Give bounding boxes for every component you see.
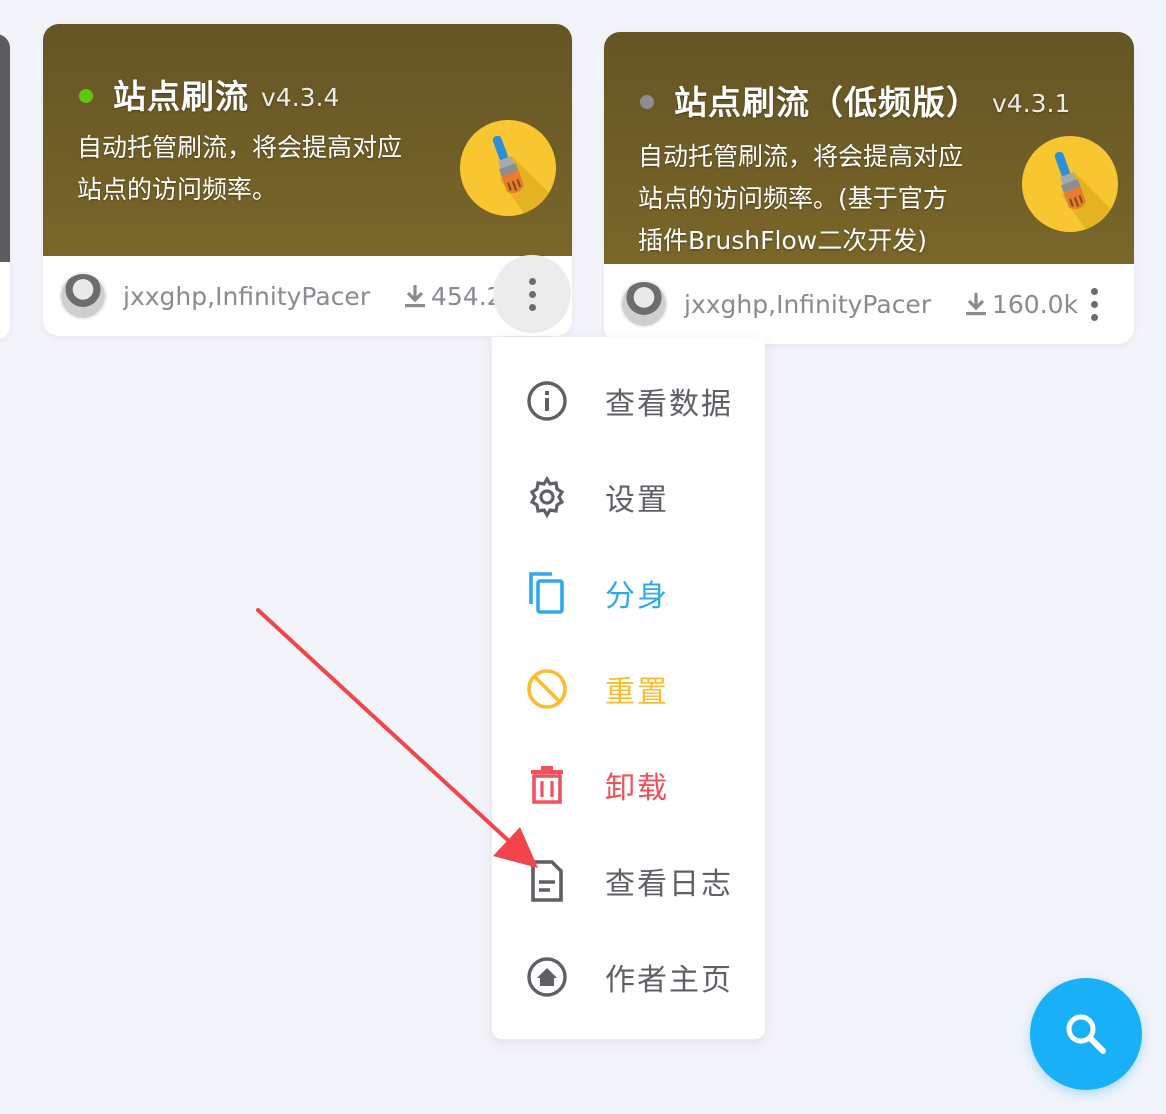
search-icon	[1066, 1014, 1106, 1054]
plugin-name: 站点刷流	[113, 77, 249, 116]
plugin-card-brushflow-lowfreq[interactable]: 站点刷流（低频版） v4.3.1 自动托管刷流，将会提高对应 站点的访问频率。(…	[604, 32, 1134, 344]
menu-item-label: 查看数据	[605, 387, 733, 422]
menu-item-label: 分身	[605, 579, 669, 614]
plugin-card-partial-header	[0, 34, 10, 262]
more-options-button[interactable]	[493, 255, 571, 333]
paintbrush-icon	[1022, 136, 1118, 232]
plugin-description-line: 站点的访问频率。(基于官方	[638, 184, 948, 213]
info-icon	[525, 379, 569, 423]
plugin-card-footer: jxxghp,InfinityPacer 454.2k	[43, 255, 572, 336]
menu-item-uninstall[interactable]: 卸载	[492, 737, 765, 833]
plugin-description-line: 自动托管刷流，将会提高对应	[638, 142, 964, 171]
copy-icon	[525, 571, 569, 615]
menu-item-clone[interactable]: 分身	[492, 545, 765, 641]
menu-item-label: 设置	[605, 483, 669, 518]
menu-item-author-homepage[interactable]: 作者主页	[492, 929, 765, 1025]
plugin-name: 站点刷流（低频版）	[674, 83, 980, 122]
author-name[interactable]: jxxghp,InfinityPacer	[684, 290, 942, 319]
plugin-card-footer: jxxghp,InfinityPacer 160.0k	[604, 264, 1134, 344]
plugin-market-page: 站点刷流 v4.3.4 自动托管刷流，将会提高对应 站点的访问频率。 jxxgh…	[0, 0, 1166, 1114]
menu-item-label: 查看日志	[605, 867, 733, 902]
home-icon	[525, 955, 569, 999]
author-avatar	[620, 280, 668, 328]
menu-item-view-data[interactable]: 查看数据	[492, 353, 765, 449]
menu-item-label: 作者主页	[605, 963, 733, 998]
plugin-card-header: 站点刷流（低频版） v4.3.1 自动托管刷流，将会提高对应 站点的访问频率。(…	[604, 32, 1134, 264]
plugin-action-menu: 查看数据 设置 分身 重置 卸载 查看日志 作者主页	[492, 337, 765, 1039]
more-options-button[interactable]	[1055, 265, 1133, 343]
plugin-description-line: 插件BrushFlow二次开发)	[638, 226, 927, 255]
menu-item-settings[interactable]: 设置	[492, 449, 765, 545]
menu-item-label: 重置	[605, 675, 669, 710]
plugin-card-header: 站点刷流 v4.3.4 自动托管刷流，将会提高对应 站点的访问频率。	[43, 24, 572, 256]
download-icon	[966, 293, 986, 316]
plugin-card-partial[interactable]	[0, 34, 10, 340]
more-vertical-icon	[1090, 287, 1098, 321]
author-avatar	[59, 272, 107, 320]
plugin-description: 自动托管刷流，将会提高对应 站点的访问频率。(基于官方 插件BrushFlow二…	[638, 136, 1008, 262]
block-icon	[525, 667, 569, 711]
menu-item-reset[interactable]: 重置	[492, 641, 765, 737]
more-vertical-icon	[528, 277, 536, 311]
file-text-icon	[525, 859, 569, 903]
plugin-version: v4.3.1	[992, 88, 1071, 118]
plugin-version: v4.3.4	[261, 82, 340, 112]
menu-item-view-log[interactable]: 查看日志	[492, 833, 765, 929]
plugin-description-line: 站点的访问频率。	[77, 175, 278, 204]
plugin-title-row: 站点刷流 v4.3.4	[79, 70, 339, 118]
author-name[interactable]: jxxghp,InfinityPacer	[123, 282, 381, 311]
paintbrush-icon	[460, 120, 556, 216]
plugin-description: 自动托管刷流，将会提高对应 站点的访问频率。	[77, 127, 447, 211]
plugin-title-row: 站点刷流（低频版） v4.3.1	[640, 76, 1070, 124]
status-dot-disabled	[640, 95, 654, 109]
plugin-description-line: 自动托管刷流，将会提高对应	[77, 133, 403, 162]
status-dot-enabled	[79, 89, 93, 103]
search-button[interactable]	[1030, 978, 1142, 1090]
trash-icon	[525, 763, 569, 807]
plugin-card-brushflow[interactable]: 站点刷流 v4.3.4 自动托管刷流，将会提高对应 站点的访问频率。 jxxgh…	[43, 24, 572, 336]
menu-item-label: 卸载	[605, 771, 669, 806]
download-icon	[405, 285, 425, 308]
gear-icon	[525, 475, 569, 519]
